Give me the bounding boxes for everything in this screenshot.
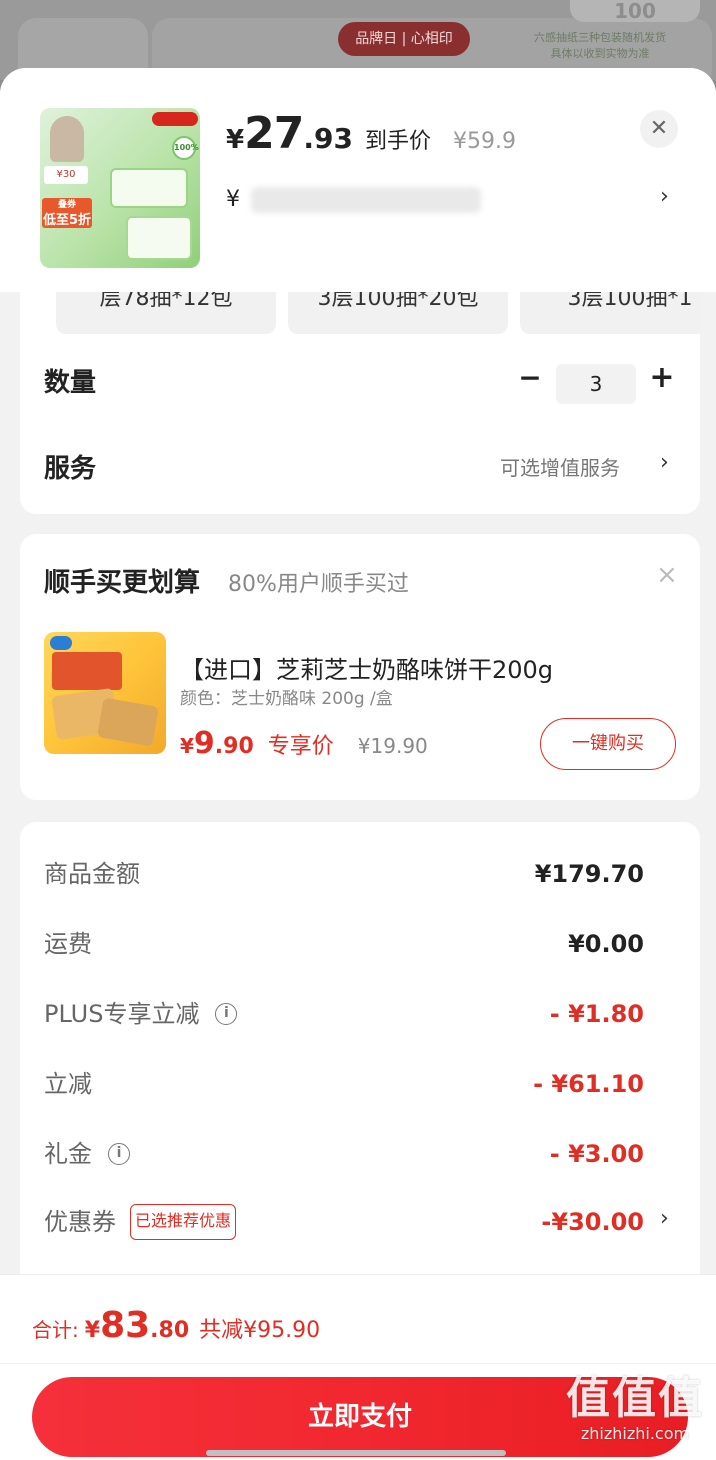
summary-label: 优惠券: [44, 1208, 116, 1236]
summary-value: - ¥3.00: [549, 1140, 644, 1168]
upsell-price: ¥ 9 .90 专享价 ¥19.90: [180, 726, 428, 761]
total-discount: 共减¥95.90: [199, 1318, 321, 1343]
chevron-right-icon[interactable]: ›: [660, 1206, 669, 1231]
summary-label: 商品金额: [44, 860, 140, 888]
spec-text-obscured: [251, 187, 481, 213]
summary-label-wrap: 礼金 i: [44, 1134, 130, 1174]
close-icon: ✕: [649, 116, 669, 141]
service-label: 服务: [44, 454, 97, 484]
upsell-product-image[interactable]: [44, 632, 166, 754]
close-icon[interactable]: ×: [656, 560, 678, 590]
upsell-title: 顺手买更划算: [44, 568, 201, 598]
upsell-original-price: ¥19.90: [357, 734, 428, 758]
total-decimal: .80: [150, 1318, 190, 1343]
order-total: 合计: ¥ 83 .80 共减¥95.90: [32, 1305, 320, 1346]
selected-spec-summary[interactable]: ¥: [226, 180, 626, 220]
coupon-selected-badge: 已选推荐优惠: [130, 1204, 237, 1240]
cookie-image: [96, 697, 160, 747]
quantity-label: 数量: [44, 368, 97, 398]
summary-row: 运费 ¥0.00: [44, 924, 644, 964]
summary-label-wrap: PLUS专享立减 i: [44, 994, 238, 1034]
divider: [0, 1363, 716, 1364]
thumb-100-badge: 100%: [172, 136, 199, 160]
upsell-product-name[interactable]: 【进口】芝莉芝士奶酪味饼干200g: [180, 650, 553, 685]
total-integer: 83: [100, 1305, 151, 1346]
info-icon[interactable]: i: [215, 1003, 238, 1025]
price-currency: ¥: [226, 125, 245, 155]
upsell-price-decimal: .90: [214, 734, 254, 759]
close-button[interactable]: ✕: [640, 110, 678, 148]
thumb-price-tag: ¥30: [44, 166, 88, 184]
quantity-increase-button[interactable]: +: [648, 363, 676, 394]
background-note-line1: 六感抽纸三种包装随机发货: [534, 31, 666, 44]
cookie-box-image: [52, 652, 122, 690]
quantity-input[interactable]: 3: [556, 364, 636, 404]
upsell-price-integer: 9: [193, 726, 215, 761]
upsell-subtitle: 80%用户顺手买过: [228, 572, 409, 597]
purchase-sheet: 100% ¥30 叠券 低至5折 ¥ 27 .93 到手价 ¥59.9 ✕ ¥ …: [0, 68, 716, 1460]
upsell-card: 顺手买更划算 80%用户顺手买过 × 【进口】芝莉芝士奶酪味饼干200g 颜色：…: [20, 534, 700, 800]
tissue-pack-image: [126, 216, 192, 260]
background-corner-number: 100: [570, 0, 700, 22]
summary-label: 运费: [44, 930, 92, 958]
summary-value: ¥179.70: [534, 860, 644, 888]
service-value[interactable]: 可选增值服务: [500, 452, 620, 481]
spec-prefix: ¥: [226, 187, 240, 212]
chevron-right-icon[interactable]: ›: [660, 450, 669, 475]
tissue-pack-image: [110, 168, 188, 208]
product-thumbnail[interactable]: 100% ¥30 叠券 低至5折: [40, 108, 200, 268]
summary-value: - ¥61.10: [533, 1070, 644, 1098]
total-label: 合计:: [32, 1318, 79, 1342]
summary-label-wrap: 优惠券 已选推荐优惠: [44, 1202, 237, 1242]
home-indicator[interactable]: [206, 1450, 506, 1456]
summary-value: - ¥1.80: [549, 1000, 644, 1028]
summary-label: 立减: [44, 1070, 92, 1098]
summary-row: 立减 - ¥61.10: [44, 1064, 644, 1104]
original-price: ¥59.9: [452, 129, 516, 154]
spec-quantity-card: 层78抽*12包 3层100抽*20包 3层100抽*1 数量 − 3 + 服务…: [20, 264, 700, 514]
upsell-product-attribute: 颜色：芝士奶酪味 200g /盒: [180, 689, 393, 709]
info-icon[interactable]: i: [108, 1143, 130, 1165]
watermark-text: 值值值: [566, 1373, 704, 1424]
summary-label: 礼金: [44, 1140, 92, 1168]
thumb-promo-badge: 叠券 低至5折: [42, 198, 92, 228]
price-label: 到手价: [364, 129, 431, 154]
product-price: ¥ 27 .93 到手价 ¥59.9: [226, 108, 516, 159]
quantity-decrease-button[interactable]: −: [518, 364, 542, 394]
coupon-row[interactable]: 优惠券 已选推荐优惠 -¥30.00: [44, 1202, 644, 1242]
price-summary-card: 商品金额 ¥179.70 运费 ¥0.00 PLUS专享立减 i - ¥1.80…: [20, 822, 700, 1292]
thumb-promo-line2: 低至5折: [42, 213, 92, 228]
chevron-right-icon[interactable]: ›: [660, 184, 669, 209]
summary-label: PLUS专享立减: [44, 1000, 200, 1028]
price-integer: 27: [244, 108, 304, 159]
summary-value: ¥0.00: [568, 930, 644, 958]
background-note: 六感抽纸三种包装随机发货 具体以收到实物为准: [500, 30, 700, 62]
watermark-url: zhizhizhi.com: [580, 1424, 690, 1443]
summary-value: -¥30.00: [541, 1208, 644, 1236]
upsell-price-label: 专享价: [267, 734, 334, 759]
endorser-image: [50, 116, 84, 162]
upsell-price-currency: ¥: [180, 734, 194, 758]
product-header: 100% ¥30 叠券 低至5折 ¥ 27 .93 到手价 ¥59.9 ✕ ¥ …: [0, 68, 716, 292]
background-brand-badge: 品牌日 | 心相印: [338, 22, 470, 56]
total-currency: ¥: [84, 1318, 101, 1343]
brand-logo: [50, 636, 72, 650]
summary-row: 礼金 i - ¥3.00: [44, 1134, 644, 1174]
price-decimal: .93: [303, 122, 353, 155]
watermark-logo: 值值值 zhizhizhi.com: [560, 1374, 710, 1458]
one-click-buy-button[interactable]: 一键购买: [540, 718, 676, 770]
background-note-line2: 具体以收到实物为准: [550, 47, 650, 60]
summary-row: PLUS专享立减 i - ¥1.80: [44, 994, 644, 1034]
thumb-promo-line1: 叠券: [57, 200, 76, 210]
brand-logo: [152, 112, 198, 126]
summary-row: 商品金额 ¥179.70: [44, 854, 644, 894]
